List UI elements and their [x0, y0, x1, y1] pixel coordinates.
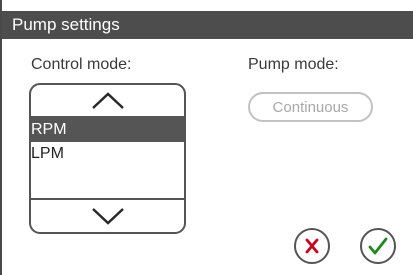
chevron-down-icon: [91, 208, 124, 225]
cancel-button[interactable]: [294, 228, 330, 264]
pump-settings-dialog: Pump settings Control mode: Pump mode: R…: [0, 0, 413, 275]
pump-mode-button[interactable]: Continuous: [248, 92, 373, 122]
control-mode-list: RPM LPM: [29, 83, 186, 234]
dialog-title: Pump settings: [2, 11, 413, 39]
scroll-down-button[interactable]: [31, 198, 184, 232]
control-mode-label: Control mode:: [31, 56, 132, 73]
green-checkmark-icon: [368, 237, 388, 255]
red-x-icon: [305, 238, 319, 254]
pump-mode-label: Pump mode:: [248, 56, 339, 73]
control-mode-options: RPM LPM: [31, 118, 184, 166]
list-item-lpm[interactable]: LPM: [31, 142, 184, 166]
confirm-button[interactable]: [360, 228, 396, 264]
chevron-up-icon: [91, 91, 124, 109]
scroll-up-button[interactable]: [31, 85, 184, 118]
list-item-rpm[interactable]: RPM: [31, 118, 184, 142]
